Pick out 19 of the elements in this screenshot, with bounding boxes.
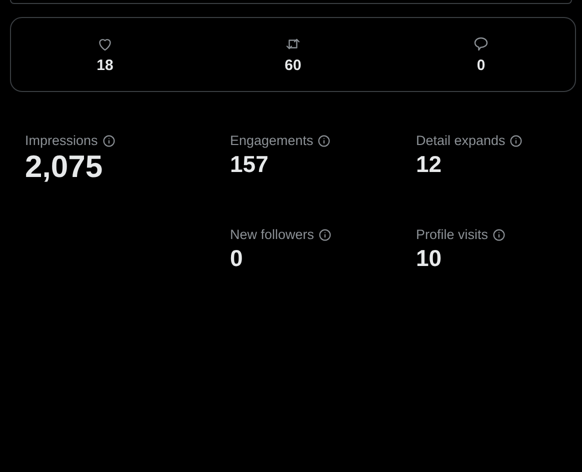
metric-value: 2,075 xyxy=(25,149,104,185)
count: 60 xyxy=(284,57,302,74)
metric-label: Profile visits xyxy=(416,227,488,243)
metric-label: Engagements xyxy=(230,133,314,149)
metric-value: 10 xyxy=(416,244,443,272)
metric-value: 0 xyxy=(230,244,244,272)
info-icon[interactable] xyxy=(102,135,115,147)
info-icon[interactable] xyxy=(510,135,522,147)
info-icon[interactable] xyxy=(318,135,330,147)
metric-value: 12 xyxy=(416,150,443,178)
count: 18 xyxy=(96,57,114,74)
metric-label: Impressions xyxy=(25,133,98,149)
speech-bubble-icon[interactable] xyxy=(472,35,490,53)
metric-value: 157 xyxy=(230,150,270,178)
count: 0 xyxy=(476,57,486,74)
info-icon[interactable] xyxy=(319,229,332,241)
info-icon[interactable] xyxy=(493,229,506,241)
metric-label: New followers xyxy=(230,227,314,243)
metric-label: Detail expands xyxy=(416,133,506,149)
